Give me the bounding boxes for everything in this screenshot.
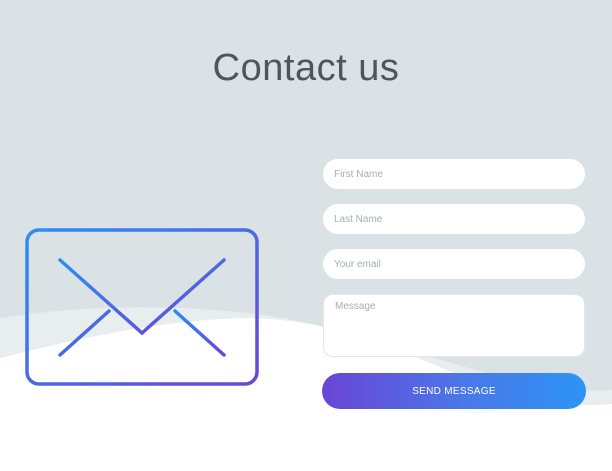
email-field[interactable] [323,249,585,279]
last-name-field[interactable] [323,204,585,234]
message-field[interactable] [323,294,585,357]
envelope-icon [25,228,259,386]
page-title: Contact us [212,47,400,90]
send-message-button[interactable]: SEND MESSAGE [322,373,586,409]
first-name-field[interactable] [323,159,585,189]
